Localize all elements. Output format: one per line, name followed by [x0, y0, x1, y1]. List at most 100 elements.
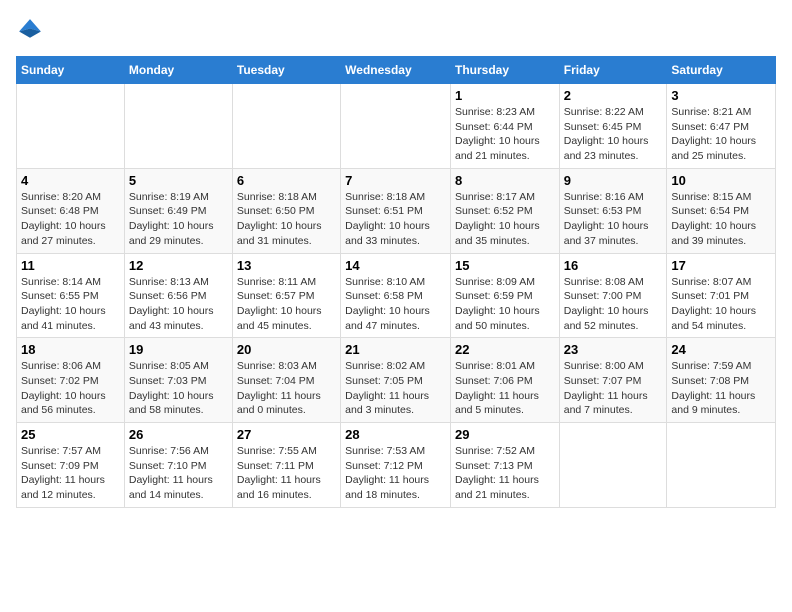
- day-info: Sunrise: 8:00 AM Sunset: 7:07 PM Dayligh…: [564, 359, 663, 418]
- calendar-cell: 1 Sunrise: 8:23 AM Sunset: 6:44 PM Daylig…: [450, 84, 559, 169]
- day-info: Sunrise: 8:14 AM Sunset: 6:55 PM Dayligh…: [21, 275, 120, 334]
- day-info: Sunrise: 7:55 AM Sunset: 7:11 PM Dayligh…: [237, 444, 336, 503]
- day-number: 13: [237, 258, 336, 273]
- calendar-week-row: 1 Sunrise: 8:23 AM Sunset: 6:44 PM Daylig…: [17, 84, 776, 169]
- calendar-cell: 25 Sunrise: 7:57 AM Sunset: 7:09 PM Dayli…: [17, 423, 125, 508]
- calendar-cell: 12Sunrise: 8:13 AM Sunset: 6:56 PM Dayli…: [124, 253, 232, 338]
- day-number: 21: [345, 342, 446, 357]
- calendar-cell: [341, 84, 451, 169]
- calendar-week-row: 11 Sunrise: 8:14 AM Sunset: 6:55 PM Dayli…: [17, 253, 776, 338]
- day-info: Sunrise: 8:16 AM Sunset: 6:53 PM Dayligh…: [564, 190, 663, 249]
- day-info: Sunrise: 8:18 AM Sunset: 6:50 PM Dayligh…: [237, 190, 336, 249]
- day-info: Sunrise: 8:21 AM Sunset: 6:47 PM Dayligh…: [671, 105, 771, 164]
- day-info: Sunrise: 8:02 AM Sunset: 7:05 PM Dayligh…: [345, 359, 446, 418]
- day-info: Sunrise: 8:10 AM Sunset: 6:58 PM Dayligh…: [345, 275, 446, 334]
- calendar-cell: 2Sunrise: 8:22 AM Sunset: 6:45 PM Daylig…: [559, 84, 667, 169]
- weekday-header: Friday: [559, 57, 667, 84]
- calendar-cell: 10Sunrise: 8:15 AM Sunset: 6:54 PM Dayli…: [667, 168, 776, 253]
- day-info: Sunrise: 8:18 AM Sunset: 6:51 PM Dayligh…: [345, 190, 446, 249]
- day-info: Sunrise: 8:23 AM Sunset: 6:44 PM Dayligh…: [455, 105, 555, 164]
- calendar-cell: 18 Sunrise: 8:06 AM Sunset: 7:02 PM Dayli…: [17, 338, 125, 423]
- calendar-cell: 6 Sunrise: 8:18 AM Sunset: 6:50 PM Daylig…: [232, 168, 340, 253]
- day-number: 27: [237, 427, 336, 442]
- calendar-cell: [667, 423, 776, 508]
- day-number: 18: [21, 342, 120, 357]
- calendar-cell: 26 Sunrise: 7:56 AM Sunset: 7:10 PM Dayli…: [124, 423, 232, 508]
- day-number: 8: [455, 173, 555, 188]
- calendar-cell: [17, 84, 125, 169]
- day-info: Sunrise: 8:05 AM Sunset: 7:03 PM Dayligh…: [129, 359, 228, 418]
- day-info: Sunrise: 7:53 AM Sunset: 7:12 PM Dayligh…: [345, 444, 446, 503]
- day-number: 29: [455, 427, 555, 442]
- calendar-cell: 24 Sunrise: 7:59 AM Sunset: 7:08 PM Dayli…: [667, 338, 776, 423]
- calendar-cell: 16 Sunrise: 8:08 AM Sunset: 7:00 PM Dayli…: [559, 253, 667, 338]
- calendar-cell: 11 Sunrise: 8:14 AM Sunset: 6:55 PM Dayli…: [17, 253, 125, 338]
- day-number: 16: [564, 258, 663, 273]
- weekday-header: Sunday: [17, 57, 125, 84]
- day-info: Sunrise: 7:59 AM Sunset: 7:08 PM Dayligh…: [671, 359, 771, 418]
- day-number: 10: [671, 173, 771, 188]
- day-number: 3: [671, 88, 771, 103]
- day-info: Sunrise: 8:06 AM Sunset: 7:02 PM Dayligh…: [21, 359, 120, 418]
- calendar-cell: 19 Sunrise: 8:05 AM Sunset: 7:03 PM Dayli…: [124, 338, 232, 423]
- weekday-header: Monday: [124, 57, 232, 84]
- calendar-cell: 17Sunrise: 8:07 AM Sunset: 7:01 PM Dayli…: [667, 253, 776, 338]
- day-number: 7: [345, 173, 446, 188]
- day-number: 28: [345, 427, 446, 442]
- day-info: Sunrise: 8:20 AM Sunset: 6:48 PM Dayligh…: [21, 190, 120, 249]
- calendar-cell: 22 Sunrise: 8:01 AM Sunset: 7:06 PM Dayli…: [450, 338, 559, 423]
- day-number: 4: [21, 173, 120, 188]
- day-number: 20: [237, 342, 336, 357]
- day-info: Sunrise: 8:03 AM Sunset: 7:04 PM Dayligh…: [237, 359, 336, 418]
- calendar-cell: 4 Sunrise: 8:20 AM Sunset: 6:48 PM Daylig…: [17, 168, 125, 253]
- calendar-cell: 8 Sunrise: 8:17 AM Sunset: 6:52 PM Daylig…: [450, 168, 559, 253]
- day-info: Sunrise: 8:11 AM Sunset: 6:57 PM Dayligh…: [237, 275, 336, 334]
- day-number: 25: [21, 427, 120, 442]
- day-info: Sunrise: 8:17 AM Sunset: 6:52 PM Dayligh…: [455, 190, 555, 249]
- day-number: 23: [564, 342, 663, 357]
- day-number: 11: [21, 258, 120, 273]
- calendar-cell: 5 Sunrise: 8:19 AM Sunset: 6:49 PM Daylig…: [124, 168, 232, 253]
- day-number: 24: [671, 342, 771, 357]
- day-number: 6: [237, 173, 336, 188]
- day-info: Sunrise: 7:52 AM Sunset: 7:13 PM Dayligh…: [455, 444, 555, 503]
- calendar-cell: 3 Sunrise: 8:21 AM Sunset: 6:47 PM Daylig…: [667, 84, 776, 169]
- weekday-header: Thursday: [450, 57, 559, 84]
- logo-icon: [16, 16, 44, 44]
- day-number: 9: [564, 173, 663, 188]
- calendar-week-row: 25 Sunrise: 7:57 AM Sunset: 7:09 PM Dayli…: [17, 423, 776, 508]
- calendar-cell: [124, 84, 232, 169]
- header: [16, 16, 776, 44]
- day-info: Sunrise: 8:22 AM Sunset: 6:45 PM Dayligh…: [564, 105, 663, 164]
- calendar-cell: [559, 423, 667, 508]
- day-info: Sunrise: 8:01 AM Sunset: 7:06 PM Dayligh…: [455, 359, 555, 418]
- calendar-cell: 15 Sunrise: 8:09 AM Sunset: 6:59 PM Dayli…: [450, 253, 559, 338]
- day-info: Sunrise: 7:57 AM Sunset: 7:09 PM Dayligh…: [21, 444, 120, 503]
- weekday-header: Tuesday: [232, 57, 340, 84]
- day-number: 15: [455, 258, 555, 273]
- day-info: Sunrise: 8:08 AM Sunset: 7:00 PM Dayligh…: [564, 275, 663, 334]
- day-info: Sunrise: 8:07 AM Sunset: 7:01 PM Dayligh…: [671, 275, 771, 334]
- calendar-cell: 20 Sunrise: 8:03 AM Sunset: 7:04 PM Dayli…: [232, 338, 340, 423]
- day-info: Sunrise: 8:19 AM Sunset: 6:49 PM Dayligh…: [129, 190, 228, 249]
- calendar-cell: 27 Sunrise: 7:55 AM Sunset: 7:11 PM Dayli…: [232, 423, 340, 508]
- day-number: 22: [455, 342, 555, 357]
- day-number: 12: [129, 258, 228, 273]
- day-number: 26: [129, 427, 228, 442]
- day-info: Sunrise: 7:56 AM Sunset: 7:10 PM Dayligh…: [129, 444, 228, 503]
- day-info: Sunrise: 8:09 AM Sunset: 6:59 PM Dayligh…: [455, 275, 555, 334]
- calendar-cell: 29 Sunrise: 7:52 AM Sunset: 7:13 PM Dayli…: [450, 423, 559, 508]
- calendar-cell: [232, 84, 340, 169]
- day-number: 19: [129, 342, 228, 357]
- calendar-cell: 13 Sunrise: 8:11 AM Sunset: 6:57 PM Dayli…: [232, 253, 340, 338]
- calendar-cell: 21 Sunrise: 8:02 AM Sunset: 7:05 PM Dayli…: [341, 338, 451, 423]
- calendar-cell: 23 Sunrise: 8:00 AM Sunset: 7:07 PM Dayli…: [559, 338, 667, 423]
- calendar-cell: 28 Sunrise: 7:53 AM Sunset: 7:12 PM Dayli…: [341, 423, 451, 508]
- calendar-week-row: 4 Sunrise: 8:20 AM Sunset: 6:48 PM Daylig…: [17, 168, 776, 253]
- calendar-cell: 9 Sunrise: 8:16 AM Sunset: 6:53 PM Daylig…: [559, 168, 667, 253]
- day-number: 5: [129, 173, 228, 188]
- day-number: 1: [455, 88, 555, 103]
- weekday-header: Saturday: [667, 57, 776, 84]
- calendar-cell: 14Sunrise: 8:10 AM Sunset: 6:58 PM Dayli…: [341, 253, 451, 338]
- calendar-table: SundayMondayTuesdayWednesdayThursdayFrid…: [16, 56, 776, 508]
